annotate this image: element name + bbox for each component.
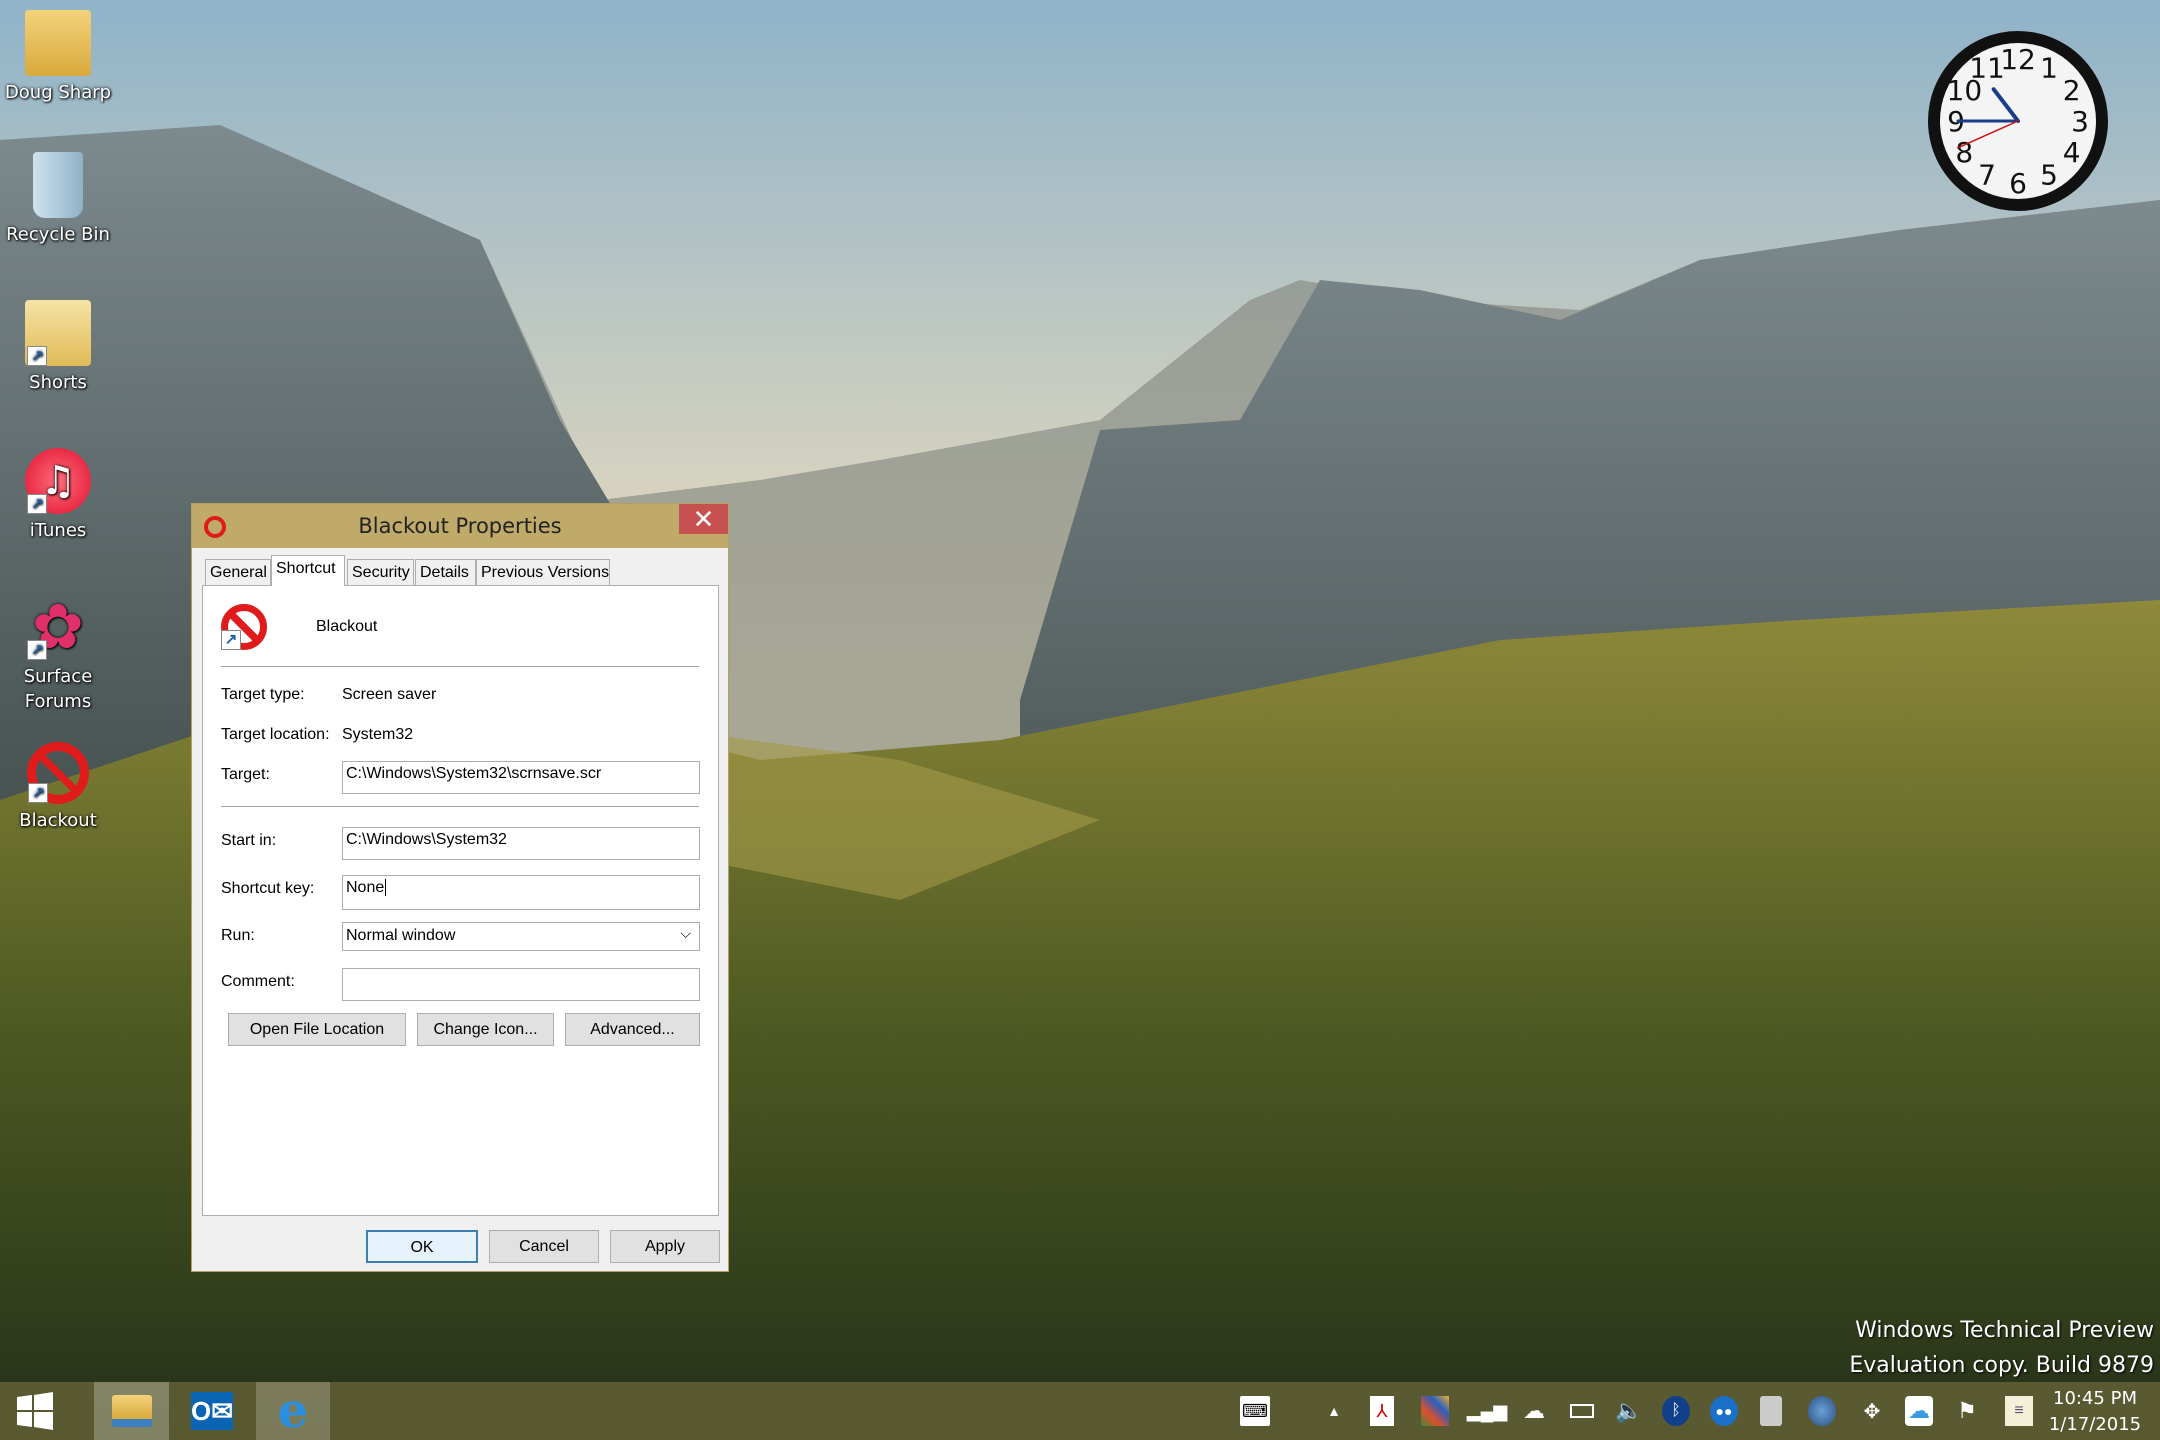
show-hidden-icons[interactable]: ▲ (1320, 1396, 1348, 1426)
target-label: Target: (221, 766, 270, 783)
network-signal-icon[interactable]: ▂▄▆ (1467, 1396, 1507, 1426)
advanced-button[interactable]: Advanced... (565, 1013, 700, 1046)
tab-previous-versions[interactable]: Previous Versions (476, 559, 610, 585)
target-type-value: Screen saver (342, 686, 437, 703)
title-bar[interactable]: Blackout Properties ✕ (192, 504, 728, 548)
remote-icon[interactable]: ●● (1710, 1396, 1738, 1426)
start-icon (16, 1392, 53, 1430)
cancel-button[interactable]: Cancel (489, 1230, 599, 1263)
clock-number: 4 (2063, 136, 2081, 169)
shortcut-key-input[interactable]: None (342, 875, 700, 910)
properties-dialog: Blackout Properties ✕ General Shortcut S… (191, 503, 729, 1272)
shortcut-panel: ↗ Blackout Target type: Screen saver Tar… (202, 585, 719, 1216)
chevron-down-icon: ⌵ (680, 925, 691, 941)
bluetooth-icon[interactable]: ᛒ (1662, 1396, 1690, 1426)
target-input[interactable]: C:\Windows\System32\scrnsave.scr (342, 761, 700, 794)
tab-shortcut[interactable]: Shortcut (271, 555, 345, 586)
run-label: Run: (221, 927, 255, 944)
close-button[interactable]: ✕ (679, 504, 728, 534)
shortcut-key-label: Shortcut key: (221, 880, 315, 897)
tab-general[interactable]: General (205, 559, 271, 585)
desktop-icon-shorts[interactable]: ↗ Shorts (3, 300, 113, 395)
date: 1/17/2015 (2048, 1414, 2142, 1435)
surface-forums-icon: ✿ ↗ (25, 594, 91, 660)
desktop-icon-surface-forums[interactable]: ✿ ↗ Surface Forums (3, 594, 113, 714)
onedrive-icon[interactable]: ☁ (1520, 1396, 1548, 1426)
clock-number: 7 (1978, 159, 1996, 192)
time: 10:45 PM (2053, 1388, 2137, 1409)
dropbox-icon[interactable]: ✥ (1858, 1396, 1886, 1426)
clock-number: 8 (1955, 136, 1973, 169)
watermark-line2: Evaluation copy. Build 9879 (1849, 1353, 2154, 1378)
dialog-title: Blackout Properties (358, 514, 562, 538)
clock-number: 11 (1969, 51, 2005, 84)
file-explorer-button[interactable] (94, 1382, 169, 1440)
recycle-bin-icon (33, 152, 83, 218)
outlook-icon: O✉ (191, 1392, 233, 1430)
internet-explorer-icon: e (277, 1383, 309, 1439)
target-location-label: Target location: (221, 726, 330, 743)
clock-number: 3 (2071, 105, 2089, 138)
comment-label: Comment: (221, 973, 295, 990)
target-type-label: Target type: (221, 686, 305, 703)
avg-icon[interactable] (1421, 1396, 1449, 1426)
comment-input[interactable] (342, 968, 700, 1001)
ok-button[interactable]: OK (366, 1230, 478, 1263)
divider (221, 806, 699, 807)
start-in-input[interactable]: C:\Windows\System32 (342, 827, 700, 860)
user-folder-icon (25, 10, 91, 76)
clock-number: 12 (2000, 43, 2036, 76)
file-explorer-icon (111, 1395, 152, 1427)
no-symbol-icon: ↗ (27, 742, 89, 804)
shortcut-name: Blackout (316, 618, 378, 635)
cloud-icon[interactable]: ☁ (1905, 1396, 1933, 1426)
desktop-icon-itunes[interactable]: ♫ ↗ iTunes (3, 448, 113, 543)
desktop-icon-recycle-bin[interactable]: Recycle Bin (3, 152, 113, 247)
apply-button[interactable]: Apply (610, 1230, 720, 1263)
globe-icon[interactable] (1808, 1396, 1836, 1426)
taskbar-clock[interactable]: 10:45 PM 1/17/2015 (2040, 1382, 2150, 1438)
notification-icon[interactable]: ≡ (2005, 1396, 2033, 1426)
outlook-button[interactable]: O✉ (179, 1382, 245, 1440)
taskbar: O✉ e ⌨ ▲ ⅄ ▂▄▆ ☁ 🔈 ᛒ ●● ✥ ☁ ⚑ ≡ 10:45 PM… (0, 1382, 2160, 1440)
keyboard-icon[interactable]: ⌨ (1240, 1396, 1270, 1426)
itunes-icon: ♫ ↗ (25, 448, 91, 514)
watermark-line1: Windows Technical Preview (1855, 1318, 2154, 1343)
usb-drive-icon[interactable] (1760, 1396, 1782, 1426)
analog-clock-gadget: 12 1234567891011 (1928, 31, 2108, 211)
clock-number: 2 (2063, 74, 2081, 107)
desktop-icon-blackout[interactable]: ↗ Blackout (3, 742, 113, 833)
run-select[interactable]: Normal window ⌵ (342, 922, 700, 951)
desktop-icon-doug-sharp[interactable]: Doug Sharp (3, 10, 113, 105)
action-center-flag-icon[interactable]: ⚑ (1953, 1396, 1981, 1426)
internet-explorer-button[interactable]: e (256, 1382, 330, 1440)
tab-details[interactable]: Details (415, 559, 476, 585)
clock-number: 6 (2009, 167, 2027, 200)
shortcut-folder-icon: ↗ (25, 300, 91, 366)
change-icon-button[interactable]: Change Icon... (417, 1013, 554, 1046)
clock-number: 5 (2040, 159, 2058, 192)
battery-icon[interactable] (1568, 1396, 1596, 1426)
tab-security[interactable]: Security (347, 559, 414, 585)
acrobat-icon[interactable]: ⅄ (1370, 1396, 1394, 1426)
clock-number: 1 (2040, 51, 2058, 84)
volume-icon[interactable]: 🔈 (1615, 1396, 1643, 1426)
target-location-value: System32 (342, 726, 414, 743)
no-symbol-icon: ↗ (221, 604, 267, 650)
divider (221, 666, 699, 667)
open-file-location-button[interactable]: Open File Location (228, 1013, 406, 1046)
start-button[interactable] (0, 1382, 69, 1440)
start-in-label: Start in: (221, 832, 277, 849)
